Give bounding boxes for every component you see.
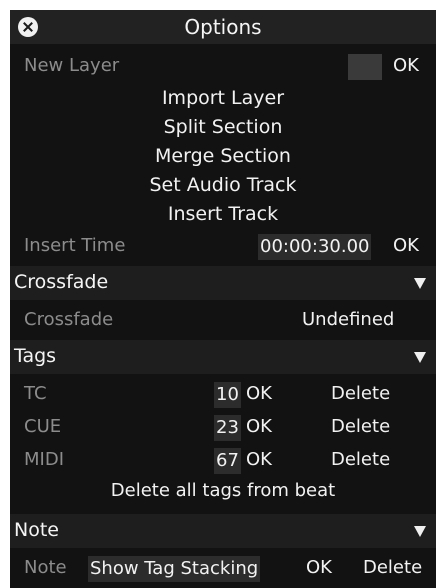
merge-section-button[interactable]: Merge Section (10, 145, 436, 167)
triangle-down-icon (414, 352, 426, 363)
insert-time-label: Insert Time (24, 235, 126, 256)
tag-value-input[interactable]: 10 (214, 382, 241, 408)
tag-delete-button[interactable]: Delete (331, 383, 390, 404)
crossfade-row: Crossfade Undefined (10, 306, 436, 336)
triangle-down-icon (414, 526, 426, 537)
insert-time-ok-button[interactable]: OK (393, 235, 419, 256)
tags-section-header[interactable]: Tags (10, 340, 436, 374)
set-audio-track-button[interactable]: Set Audio Track (10, 174, 436, 196)
tag-ok-button[interactable]: OK (246, 383, 272, 404)
tag-row-midi: MIDI 67 OK Delete (10, 446, 436, 476)
note-ok-button[interactable]: OK (306, 557, 332, 578)
triangle-down-icon (414, 278, 426, 289)
tag-delete-button[interactable]: Delete (331, 449, 390, 470)
crossfade-header-label: Crossfade (14, 271, 109, 293)
new-layer-input[interactable] (348, 54, 382, 80)
note-section-header[interactable]: Note (10, 514, 436, 548)
split-section-button[interactable]: Split Section (10, 116, 436, 138)
import-layer-button[interactable]: Import Layer (10, 87, 436, 109)
options-panel: Options New Layer OK Import Layer Split … (10, 10, 436, 588)
insert-time-input[interactable]: 00:00:30.00 (258, 234, 372, 260)
note-row: Note Show Tag Stacking OK Delete (10, 554, 436, 584)
note-label: Note (24, 557, 67, 578)
note-delete-button[interactable]: Delete (363, 557, 422, 578)
tag-ok-button[interactable]: OK (246, 416, 272, 437)
tag-delete-button[interactable]: Delete (331, 416, 390, 437)
crossfade-section-header[interactable]: Crossfade (10, 266, 436, 300)
new-layer-ok-button[interactable]: OK (393, 55, 419, 76)
new-layer-label: New Layer (24, 55, 120, 76)
delete-all-tags-button[interactable]: Delete all tags from beat (10, 480, 436, 501)
crossfade-label: Crossfade (24, 309, 114, 330)
crossfade-value[interactable]: Undefined (302, 309, 394, 330)
tag-ok-button[interactable]: OK (246, 449, 272, 470)
insert-track-button[interactable]: Insert Track (10, 203, 436, 225)
insert-time-row: Insert Time 00:00:30.00 OK (10, 232, 436, 262)
tag-row-tc: TC 10 OK Delete (10, 380, 436, 410)
note-header-label: Note (14, 519, 59, 541)
dialog-title: Options (184, 15, 262, 39)
tag-name: MIDI (24, 449, 65, 470)
tag-row-cue: CUE 23 OK Delete (10, 413, 436, 443)
tag-value-input[interactable]: 67 (214, 448, 241, 474)
tag-value-input[interactable]: 23 (214, 415, 241, 441)
title-bar: Options (10, 10, 436, 44)
tags-header-label: Tags (14, 345, 57, 367)
new-layer-row: New Layer OK (10, 50, 436, 84)
note-input[interactable]: Show Tag Stacking (88, 556, 261, 582)
tag-name: CUE (24, 416, 62, 437)
tag-name: TC (24, 383, 47, 404)
